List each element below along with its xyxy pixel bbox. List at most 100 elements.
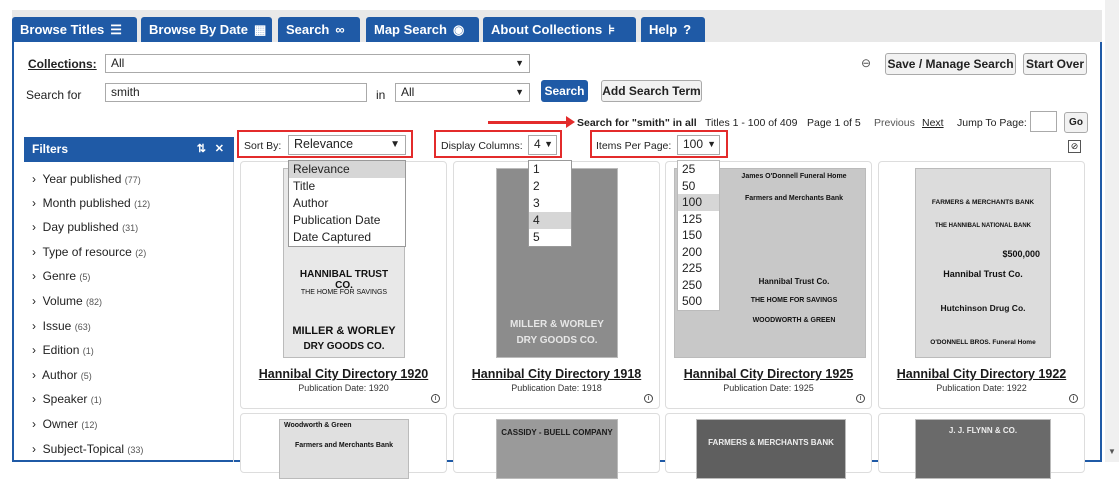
- sort-value: Relevance: [294, 137, 354, 151]
- filter-item[interactable]: › Edition (1): [32, 343, 94, 357]
- info-icon[interactable]: i: [1069, 394, 1078, 403]
- filter-item[interactable]: › Volume (82): [32, 294, 102, 308]
- per-page-option[interactable]: 100: [678, 194, 719, 211]
- thumb-text: Hannibal Trust Co.: [758, 277, 830, 286]
- filter-item[interactable]: › Owner (12): [32, 417, 97, 431]
- result-thumbnail[interactable]: FARMERS & MERCHANTS BANK: [696, 419, 846, 479]
- thumb-text: Farmers and Merchants Bank: [294, 442, 394, 449]
- thumb-text: O'DONNELL BROS. Funeral Home: [930, 339, 1036, 346]
- result-thumbnail[interactable]: Woodworth & Green Farmers and Merchants …: [279, 419, 409, 479]
- per-page-option[interactable]: 125: [678, 211, 719, 228]
- chevron-down-icon: ▼: [515, 87, 524, 97]
- sort-select[interactable]: Relevance ▼: [288, 135, 406, 155]
- result-thumbnail[interactable]: CASSIDY - BUELL COMPANY: [496, 419, 618, 479]
- tab-map-search[interactable]: Map Search ◉: [366, 17, 479, 42]
- sort-option[interactable]: Date Captured: [289, 229, 405, 246]
- collections-select[interactable]: All ▼: [105, 54, 530, 73]
- save-manage-search-button[interactable]: Save / Manage Search: [885, 53, 1016, 75]
- filter-item[interactable]: › Speaker (1): [32, 392, 102, 406]
- tab-search[interactable]: Search ∞: [278, 17, 360, 42]
- tab-browse-by-date[interactable]: Browse By Date ▦: [141, 17, 272, 42]
- go-button[interactable]: Go: [1064, 112, 1088, 133]
- filter-label: Issue: [42, 319, 72, 333]
- sort-option[interactable]: Author: [289, 195, 405, 212]
- filter-item[interactable]: › Issue (63): [32, 319, 91, 333]
- sort-filters-icon[interactable]: ⇅: [197, 137, 206, 162]
- filter-item[interactable]: › Day published (31): [32, 220, 138, 234]
- tab-browse-titles[interactable]: Browse Titles ☰: [12, 17, 137, 42]
- search-for-label: Search for: [26, 88, 82, 102]
- page-scrollbar[interactable]: ▼: [1105, 0, 1119, 462]
- columns-dropdown: 1 2 3 4 5: [528, 160, 572, 247]
- no-image-toggle-icon[interactable]: ⊘: [1068, 140, 1081, 153]
- info-icon[interactable]: i: [644, 394, 653, 403]
- filter-count: (33): [127, 445, 144, 455]
- filter-item[interactable]: › Year published (77): [32, 172, 141, 186]
- filter-count: (1): [82, 346, 94, 356]
- result-card[interactable]: FARMERS & MERCHANTS BANK: [665, 413, 872, 479]
- scroll-down-arrow-icon[interactable]: ▼: [1108, 447, 1116, 456]
- in-select[interactable]: All ▼: [395, 83, 530, 102]
- filter-item[interactable]: › Month published (12): [32, 196, 150, 210]
- info-icon[interactable]: i: [856, 394, 865, 403]
- filter-item[interactable]: › Subject-Topical (33): [32, 442, 143, 456]
- search-input[interactable]: smith: [105, 83, 367, 102]
- result-thumbnail[interactable]: FARMERS & MERCHANTS BANK THE HANNIBAL NA…: [915, 168, 1051, 358]
- per-page-option[interactable]: 500: [678, 293, 719, 310]
- columns-option[interactable]: 3: [529, 195, 571, 212]
- result-thumbnail[interactable]: J. J. FLYNN & CO.: [915, 419, 1051, 479]
- binoculars-icon: ∞: [335, 22, 345, 37]
- per-page-option[interactable]: 150: [678, 227, 719, 244]
- filter-label: Day published: [42, 220, 119, 234]
- globe-icon: ◉: [452, 22, 465, 37]
- columns-select[interactable]: 4 ▼: [528, 135, 557, 155]
- per-page-select[interactable]: 100 ▼: [677, 135, 720, 155]
- result-title-link[interactable]: Hannibal City Directory 1925: [666, 367, 871, 381]
- tab-about-collections[interactable]: About Collections ⊧: [483, 17, 636, 42]
- result-card[interactable]: FARMERS & MERCHANTS BANK THE HANNIBAL NA…: [878, 161, 1085, 409]
- search-button[interactable]: Search: [541, 80, 588, 102]
- result-title-link[interactable]: Hannibal City Directory 1920: [241, 367, 446, 381]
- add-search-term-button[interactable]: Add Search Term: [601, 80, 702, 102]
- sort-option[interactable]: Title: [289, 178, 405, 195]
- result-title-link[interactable]: Hannibal City Directory 1918: [454, 367, 659, 381]
- previous-link[interactable]: Previous: [874, 117, 915, 129]
- thumb-text: FARMERS & MERCHANTS BANK: [708, 438, 834, 447]
- columns-option[interactable]: 1: [529, 161, 571, 178]
- link-icon[interactable]: ⊖: [861, 56, 871, 70]
- jump-to-page-input[interactable]: [1030, 111, 1057, 132]
- per-page-option[interactable]: 250: [678, 277, 719, 294]
- result-title-link[interactable]: Hannibal City Directory 1922: [879, 367, 1084, 381]
- columns-option[interactable]: 4: [529, 212, 571, 229]
- tab-help[interactable]: Help?: [641, 17, 705, 42]
- per-page-option[interactable]: 50: [678, 178, 719, 195]
- sort-by-label: Sort By:: [244, 140, 282, 152]
- in-select-value: All: [401, 85, 415, 99]
- sort-dropdown: Relevance Title Author Publication Date …: [288, 160, 406, 247]
- per-page-option[interactable]: 25: [678, 161, 719, 178]
- thumb-text: Hutchinson Drug Co.: [940, 303, 1026, 313]
- filter-item[interactable]: › Genre (5): [32, 269, 90, 283]
- result-card[interactable]: J. J. FLYNN & CO.: [878, 413, 1085, 479]
- thumb-text: DRY GOODS CO.: [516, 335, 598, 346]
- result-card[interactable]: Woodworth & Green Farmers and Merchants …: [240, 413, 447, 479]
- result-date: Publication Date: 1925: [723, 383, 814, 393]
- filter-item[interactable]: › Author (5): [32, 368, 92, 382]
- clear-filters-icon[interactable]: ✕: [215, 137, 224, 162]
- result-card[interactable]: CASSIDY - BUELL COMPANY: [453, 413, 660, 479]
- columns-option[interactable]: 2: [529, 178, 571, 195]
- start-over-button[interactable]: Start Over: [1023, 53, 1087, 75]
- filter-count: (5): [80, 371, 92, 381]
- info-icon[interactable]: i: [431, 394, 440, 403]
- sort-option[interactable]: Relevance: [289, 161, 405, 178]
- sort-option[interactable]: Publication Date: [289, 212, 405, 229]
- filter-label: Volume: [42, 294, 83, 308]
- next-link[interactable]: Next: [922, 117, 944, 129]
- filter-item[interactable]: › Type of resource (2): [32, 245, 146, 259]
- per-page-option[interactable]: 225: [678, 260, 719, 277]
- columns-option[interactable]: 5: [529, 229, 571, 246]
- per-page-option[interactable]: 200: [678, 244, 719, 261]
- display-columns-label: Display Columns:: [441, 140, 523, 152]
- titles-count: Titles 1 - 100 of 409: [705, 117, 798, 129]
- search-input-value: smith: [111, 85, 140, 99]
